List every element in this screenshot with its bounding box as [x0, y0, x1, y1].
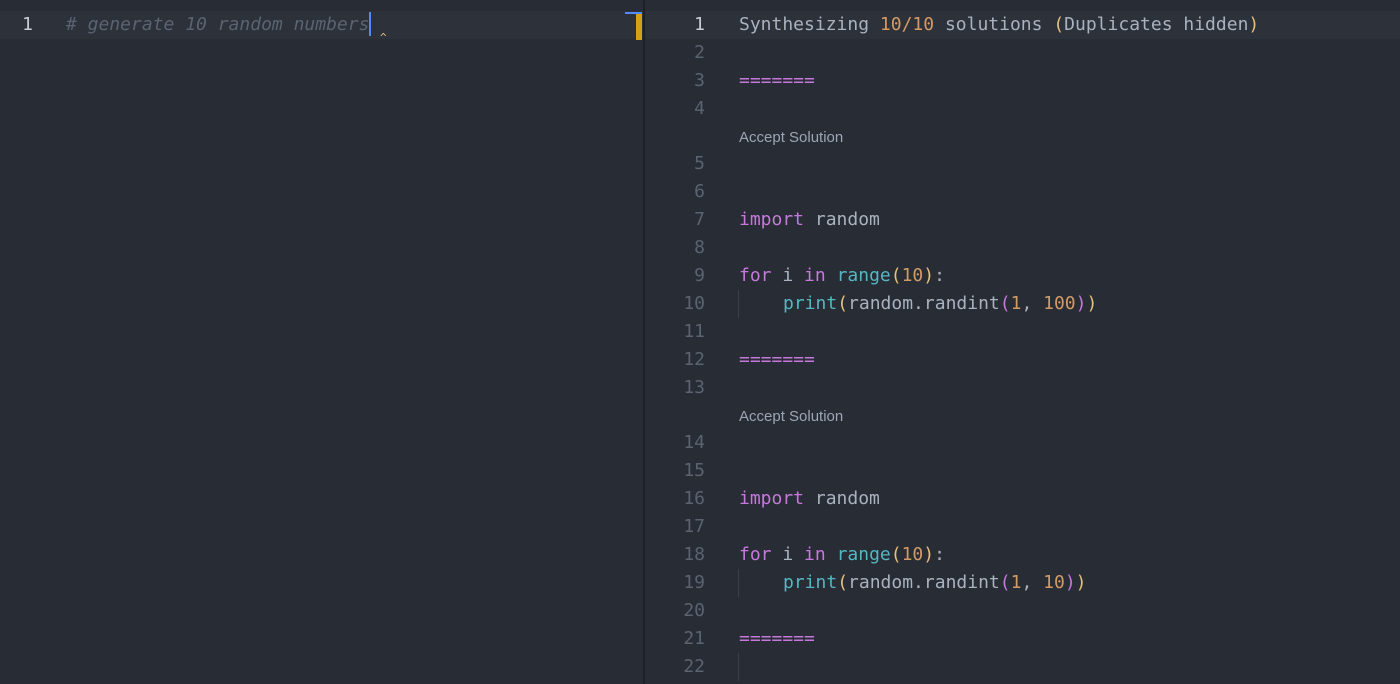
indent-guide: [738, 290, 739, 318]
import-statement: import random: [739, 488, 880, 509]
code-row[interactable]: 16 import random: [645, 485, 1400, 513]
line-number: 18: [683, 544, 705, 565]
code-row[interactable]: 2: [645, 39, 1400, 67]
line-number: 2: [694, 42, 705, 63]
line-number: 4: [694, 98, 705, 119]
scrollbar-thumb[interactable]: [636, 14, 642, 40]
print-statement: print(random.randint(1, 100)): [783, 293, 1098, 314]
code-row[interactable]: 3 =======: [645, 67, 1400, 95]
code-row[interactable]: 22: [645, 653, 1400, 681]
line-number: 16: [683, 488, 705, 509]
indent-guide: [738, 569, 739, 597]
print-statement: print(random.randint(1, 10)): [783, 572, 1087, 593]
code-row[interactable]: 17: [645, 513, 1400, 541]
line-number: 17: [683, 516, 705, 537]
code-row[interactable]: 4: [645, 95, 1400, 123]
left-editor-pane[interactable]: 1 # generate 10 random numbers ^: [0, 0, 643, 684]
code-row[interactable]: 14: [645, 429, 1400, 457]
text-cursor: [369, 11, 372, 36]
line-number: 15: [683, 460, 705, 481]
import-statement: import random: [739, 209, 880, 230]
synth-header: Synthesizing 10/10 solutions (Duplicates…: [739, 14, 1260, 35]
accept-solution-link[interactable]: Accept Solution: [739, 128, 843, 148]
solution-separator: =======: [739, 70, 815, 91]
accept-solution-link[interactable]: Accept Solution: [739, 407, 843, 427]
code-row[interactable]: 8: [645, 234, 1400, 262]
line-number: 3: [694, 70, 705, 91]
code-row[interactable]: 11: [645, 318, 1400, 346]
line-number: 11: [683, 321, 705, 342]
code-row[interactable]: 10 print(random.randint(1, 100)): [645, 290, 1400, 318]
line-number: 21: [683, 628, 705, 649]
line-number: 7: [694, 209, 705, 230]
line-number: 10: [683, 293, 705, 314]
code-row[interactable]: 12 =======: [645, 346, 1400, 374]
autocomplete-hint-icon: ^: [380, 31, 387, 44]
code-row[interactable]: 1 Synthesizing 10/10 solutions (Duplicat…: [645, 11, 1400, 39]
line-number: 12: [683, 349, 705, 370]
comment-text: # generate 10 random numbers: [66, 14, 370, 35]
line-number: 1: [22, 14, 33, 35]
code-row[interactable]: 9 for i in range(10):: [645, 262, 1400, 290]
code-row[interactable]: 15: [645, 457, 1400, 485]
code-row[interactable]: 19 print(random.randint(1, 10)): [645, 569, 1400, 597]
for-statement: for i in range(10):: [739, 544, 945, 565]
code-line[interactable]: # generate 10 random numbers: [66, 11, 372, 39]
line-number: 19: [683, 572, 705, 593]
solution-separator: =======: [739, 628, 815, 649]
code-row[interactable]: 20: [645, 597, 1400, 625]
code-row[interactable]: 5: [645, 150, 1400, 178]
indent-guide: [738, 653, 739, 681]
code-row[interactable]: 21 =======: [645, 625, 1400, 653]
line-number: 20: [683, 600, 705, 621]
solution-separator: =======: [739, 349, 815, 370]
line-number: 5: [694, 153, 705, 174]
line-number: 1: [694, 14, 705, 35]
code-row[interactable]: 7 import random: [645, 206, 1400, 234]
code-row[interactable]: 18 for i in range(10):: [645, 541, 1400, 569]
line-number: 13: [683, 377, 705, 398]
line-number: 6: [694, 181, 705, 202]
line-number: 8: [694, 237, 705, 258]
for-statement: for i in range(10):: [739, 265, 945, 286]
active-line[interactable]: 1 # generate 10 random numbers: [0, 11, 643, 39]
code-row[interactable]: 13: [645, 374, 1400, 402]
line-number: 22: [683, 656, 705, 677]
code-row[interactable]: 6: [645, 178, 1400, 206]
right-editor-pane[interactable]: 1 Synthesizing 10/10 solutions (Duplicat…: [645, 0, 1400, 684]
line-number: 9: [694, 265, 705, 286]
line-number: 14: [683, 432, 705, 453]
